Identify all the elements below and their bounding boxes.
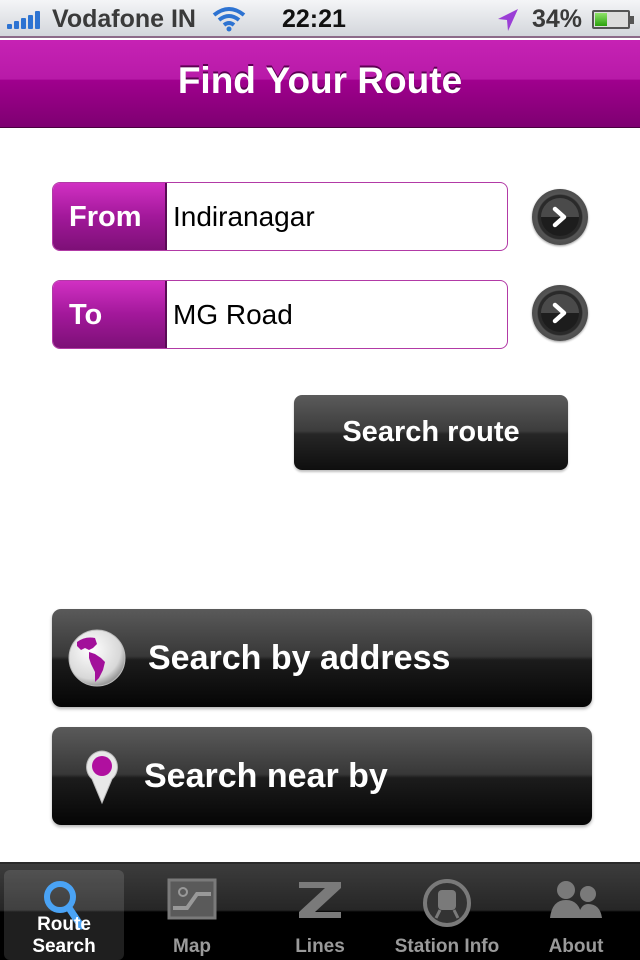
- page-title: Find Your Route: [177, 60, 463, 101]
- tab-about[interactable]: About: [516, 870, 636, 960]
- search-near-by-label: Search near by: [144, 757, 388, 795]
- tab-label: Route Search: [32, 914, 96, 957]
- to-label: To: [53, 281, 167, 348]
- clock: 22:21: [282, 5, 346, 33]
- train-icon: [423, 879, 471, 927]
- status-bar: Vodafone IN 22:21 34%: [0, 0, 640, 38]
- signal-bars-icon: [7, 11, 40, 29]
- chevron-right-icon: [552, 302, 567, 324]
- map-pin-icon: [86, 750, 118, 805]
- from-select-button[interactable]: [532, 189, 588, 245]
- from-field: From: [52, 182, 508, 251]
- search-route-button[interactable]: Search route: [294, 395, 568, 470]
- tab-map[interactable]: Map: [132, 870, 252, 960]
- tab-label: Lines: [295, 936, 345, 957]
- map-icon: [167, 878, 217, 920]
- people-icon: [550, 881, 602, 918]
- to-field: To: [52, 280, 508, 349]
- location-arrow-icon: [494, 7, 520, 40]
- tab-label: Station Info: [394, 936, 500, 957]
- chevron-right-icon: [552, 206, 567, 228]
- search-by-address-label: Search by address: [148, 639, 451, 677]
- tab-lines[interactable]: Lines: [260, 870, 380, 960]
- search-near-by-button[interactable]: Search near by: [52, 727, 592, 825]
- to-input[interactable]: [173, 281, 499, 348]
- globe-icon: [68, 629, 126, 687]
- from-label: From: [53, 183, 167, 250]
- battery-percent: 34%: [532, 5, 583, 33]
- battery-icon: [592, 10, 634, 29]
- from-input[interactable]: [173, 183, 499, 250]
- lines-icon: [299, 882, 341, 918]
- search-by-address-button[interactable]: Search by address: [52, 609, 592, 707]
- tab-station-info[interactable]: Station Info: [387, 870, 507, 960]
- wifi-icon: [212, 6, 246, 39]
- tab-label: About: [548, 936, 604, 957]
- tab-label: Map: [173, 936, 211, 957]
- app-screen: Vodafone IN 22:21 34% Find Your Route Fr…: [0, 0, 640, 960]
- tab-bar: Route Search Map Lines Station Info Abou…: [0, 862, 640, 960]
- to-select-button[interactable]: [532, 285, 588, 341]
- tab-route-search[interactable]: Route Search: [4, 870, 124, 960]
- nav-bar: Find Your Route: [0, 40, 640, 128]
- carrier-name: Vodafone IN: [52, 5, 196, 33]
